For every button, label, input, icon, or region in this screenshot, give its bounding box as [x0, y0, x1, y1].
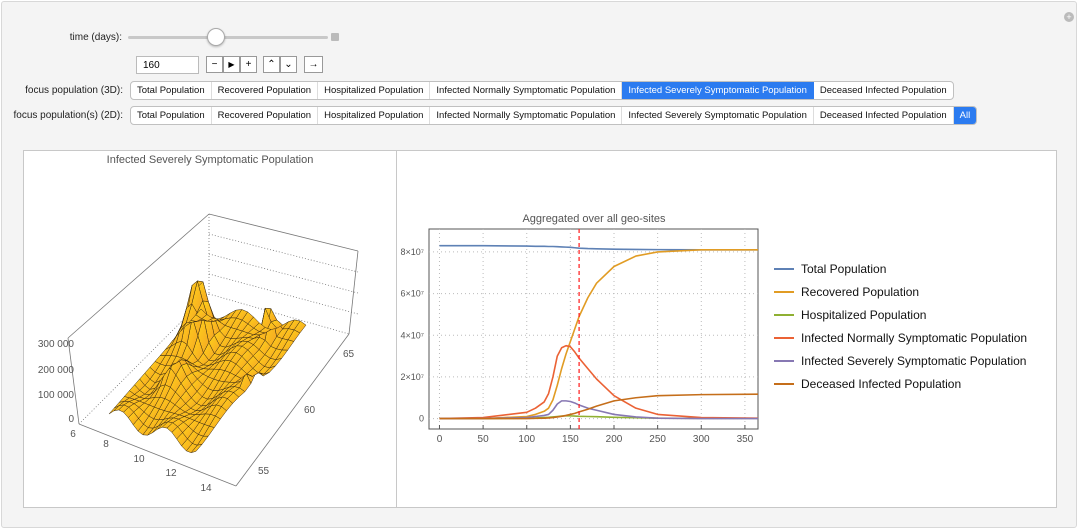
x-tick-label: 150	[562, 434, 579, 445]
legend-item: Infected Severely Symptomatic Population	[774, 354, 1026, 368]
series-line	[439, 249, 758, 420]
x-tick-label: 0	[437, 434, 443, 445]
faster-button[interactable]: ⌃	[263, 56, 280, 73]
collapse-controls-icon[interactable]	[331, 33, 339, 41]
time-slider[interactable]	[128, 36, 328, 39]
legend-swatch	[774, 383, 794, 385]
x-tick-label: 14	[200, 483, 212, 494]
direction-button[interactable]: →	[304, 56, 323, 73]
legend-item: Total Population	[774, 262, 886, 276]
y-tick-label: 2×10⁷	[400, 372, 424, 382]
x-tick-label: 6	[70, 429, 76, 440]
x-tick-label: 350	[737, 434, 754, 445]
output-panel: Infected Severely Symptomatic Population…	[23, 150, 1057, 508]
decrement-button[interactable]: −	[206, 56, 223, 73]
legend-swatch	[774, 291, 794, 293]
y-tick-label: 6×10⁷	[400, 289, 424, 299]
legend-item: Deceased Infected Population	[774, 377, 961, 391]
option-deceased-infected-population[interactable]: Deceased Infected Population	[814, 107, 954, 124]
x-tick-label: 200	[606, 434, 623, 445]
x-tick-label: 8	[103, 439, 109, 450]
increment-button[interactable]: +	[240, 56, 257, 73]
option-deceased-infected-population[interactable]: Deceased Infected Population	[814, 82, 953, 99]
box-edge	[208, 273, 359, 315]
option-hospitalized-population[interactable]: Hospitalized Population	[318, 107, 431, 124]
option-infected-severely-symptomatic-population[interactable]: Infected Severely Symptomatic Population	[622, 82, 814, 99]
y-tick-label: 60	[304, 405, 316, 416]
box-edge	[78, 423, 237, 487]
legend-item: Hospitalized Population	[774, 308, 926, 322]
surface-plot-3d[interactable]: 0 100 000 200 000 300 000 6 8 10 12 14 55 60 65	[24, 151, 396, 507]
legend-label: Hospitalized Population	[801, 308, 927, 322]
legend-swatch	[774, 360, 794, 362]
legend-label: Total Population	[801, 262, 887, 276]
box-edge	[208, 233, 359, 273]
option-total-population[interactable]: Total Population	[131, 82, 212, 99]
box-edge	[208, 253, 359, 294]
option-infected-normally-symptomatic-population[interactable]: Infected Normally Symptomatic Population	[430, 107, 623, 124]
option-infected-severely-symptomatic-population[interactable]: Infected Severely Symptomatic Population	[622, 107, 814, 124]
y-tick-label: 65	[343, 349, 355, 360]
focus-2d-label: focus population(s) (2D):	[13, 110, 124, 121]
time-label: time (days):	[69, 32, 122, 43]
series-line	[439, 344, 759, 420]
time-slider-thumb[interactable]	[207, 28, 225, 46]
x-tick-label: 250	[649, 434, 666, 445]
legend-label: Recovered Population	[801, 285, 920, 299]
series-line	[439, 400, 758, 420]
legend-swatch	[774, 314, 794, 316]
legend-swatch	[774, 337, 794, 339]
x-tick-label: 50	[478, 434, 490, 445]
x-tick-label: 10	[133, 454, 145, 465]
focus-3d-label: focus population (3D):	[25, 85, 123, 96]
y-tick-label: 55	[258, 466, 270, 477]
legend-item: Recovered Population	[774, 285, 919, 299]
option-recovered-population[interactable]: Recovered Population	[212, 107, 319, 124]
option-all[interactable]: All	[953, 107, 977, 124]
plot-frame	[428, 228, 759, 430]
play-button[interactable]: ▶	[223, 56, 240, 73]
x-tick-label: 100	[518, 434, 535, 445]
add-options-icon[interactable]: +	[1064, 12, 1074, 22]
y-tick-label: 4×10⁷	[400, 330, 424, 340]
x-tick-label: 300	[693, 434, 710, 445]
z-tick-label: 300 000	[38, 339, 75, 350]
option-infected-normally-symptomatic-population[interactable]: Infected Normally Symptomatic Population	[430, 82, 623, 99]
slower-button[interactable]: ⌄	[280, 56, 297, 73]
focus-3d-selector[interactable]: Total Population Recovered Population Hosp…	[130, 81, 954, 100]
time-input[interactable]: 160	[136, 56, 199, 74]
y-tick-label: 0	[419, 414, 424, 424]
option-recovered-population[interactable]: Recovered Population	[212, 82, 319, 99]
x-tick-label: 12	[165, 468, 177, 479]
option-total-population[interactable]: Total Population	[131, 107, 212, 124]
series-line	[439, 393, 759, 420]
option-hospitalized-population[interactable]: Hospitalized Population	[318, 82, 431, 99]
legend-label: Infected Severely Symptomatic Population	[801, 354, 1027, 368]
focus-2d-selector[interactable]: Total Population Recovered Population Hosp…	[130, 106, 978, 125]
legend-swatch	[774, 268, 794, 270]
box-edge	[208, 213, 359, 252]
box-edge	[348, 250, 359, 335]
z-tick-label: 0	[68, 414, 74, 425]
y-tick-label: 8×10⁷	[400, 247, 424, 257]
z-tick-label: 200 000	[38, 365, 75, 376]
z-tick-label: 100 000	[38, 390, 75, 401]
legend-item: Infected Normally Symptomatic Population	[774, 331, 1027, 345]
box-edge	[67, 337, 80, 425]
legend-label: Infected Normally Symptomatic Population	[801, 331, 1028, 345]
line-chart[interactable]: 0 50 100 150 200 250 300 350 0 2×10⁷ 4×10⁷ 6×10⁷ 8×1…	[397, 151, 1057, 507]
legend-label: Deceased Infected Population	[801, 377, 962, 391]
